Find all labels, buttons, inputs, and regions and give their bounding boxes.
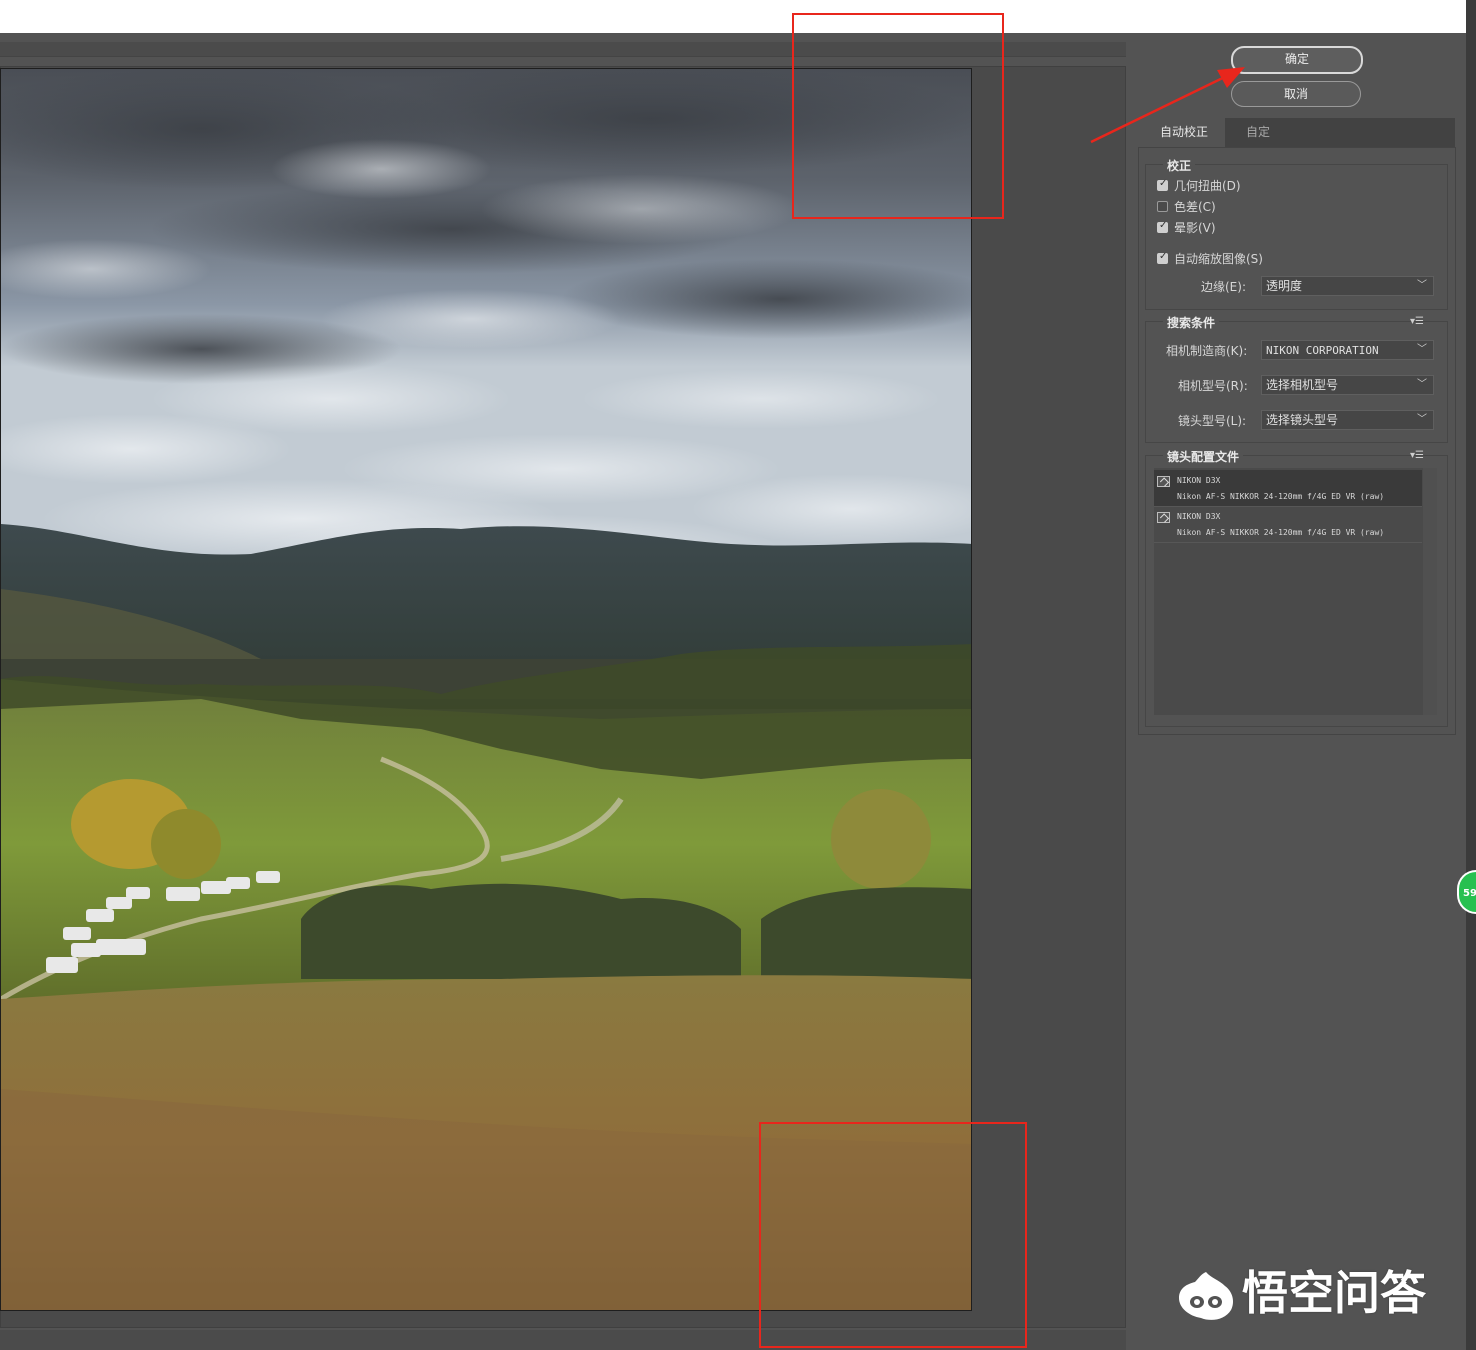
lens-model-select[interactable]: 选择镜头型号 ﹀ bbox=[1261, 410, 1434, 430]
lens-model-value: 选择镜头型号 bbox=[1266, 413, 1339, 427]
panel-menu-icon[interactable]: ▾☰ bbox=[1410, 316, 1424, 327]
camera-model-select[interactable]: 选择相机型号 ﹀ bbox=[1261, 375, 1434, 395]
vignette-label: 晕影(V) bbox=[1174, 221, 1216, 235]
auto-scale-label: 自动缩放图像(S) bbox=[1174, 252, 1263, 266]
window-right-edge bbox=[1466, 0, 1476, 1350]
edge-select-value: 透明度 bbox=[1266, 279, 1303, 293]
chevron-down-icon: ﹀ bbox=[1417, 414, 1427, 425]
edge-label: 边缘(E): bbox=[1201, 280, 1246, 294]
lens-profile-icon bbox=[1157, 476, 1170, 487]
panel-menu-icon[interactable]: ▾☰ bbox=[1410, 450, 1424, 461]
auto-scale-checkbox[interactable] bbox=[1157, 251, 1168, 264]
camera-maker-select[interactable]: NIKON CORPORATION ﹀ bbox=[1261, 340, 1434, 360]
chevron-down-icon: ﹀ bbox=[1417, 280, 1427, 291]
camera-maker-label: 相机制造商(K): bbox=[1166, 344, 1248, 358]
profile-camera: NIKON D3X bbox=[1177, 512, 1221, 521]
annotation-box-top bbox=[792, 13, 1004, 219]
lens-profile-list[interactable]: NIKON D3X Nikon AF-S NIKKOR 24-120mm f/4… bbox=[1154, 468, 1437, 715]
search-criteria-title: 搜索条件 bbox=[1163, 314, 1220, 331]
list-item[interactable]: NIKON D3X Nikon AF-S NIKKOR 24-120mm f/4… bbox=[1154, 470, 1422, 507]
profile-lens: Nikon AF-S NIKKOR 24-120mm f/4G ED VR (r… bbox=[1177, 528, 1385, 537]
vignette-checkbox[interactable] bbox=[1157, 220, 1168, 233]
list-item[interactable]: NIKON D3X Nikon AF-S NIKKOR 24-120mm f/4… bbox=[1154, 506, 1422, 543]
camera-model-value: 选择相机型号 bbox=[1266, 378, 1339, 392]
camera-maker-value: NIKON CORPORATION bbox=[1266, 344, 1379, 357]
watermark-text: 悟空问答 bbox=[1242, 1266, 1426, 1320]
profile-lens: Nikon AF-S NIKKOR 24-120mm f/4G ED VR (r… bbox=[1177, 492, 1385, 501]
chevron-down-icon: ﹀ bbox=[1417, 344, 1427, 355]
geometric-distortion-label: 几何扭曲(D) bbox=[1174, 179, 1241, 193]
annotation-arrow bbox=[1090, 67, 1245, 144]
annotation-box-bottom bbox=[759, 1122, 1027, 1348]
lens-profiles-title: 镜头配置文件 bbox=[1163, 448, 1244, 465]
edge-select[interactable]: 透明度 ﹀ bbox=[1261, 276, 1434, 296]
profile-camera: NIKON D3X bbox=[1177, 476, 1221, 485]
lens-model-label: 镜头型号(L): bbox=[1178, 414, 1247, 428]
chromatic-aberration-label: 色差(C) bbox=[1174, 200, 1216, 214]
geometric-distortion-checkbox[interactable] bbox=[1157, 178, 1168, 191]
wukong-logo-icon bbox=[1179, 1272, 1233, 1320]
window-title-bar bbox=[0, 0, 1466, 35]
chromatic-aberration-checkbox[interactable] bbox=[1157, 201, 1168, 212]
chevron-down-icon: ﹀ bbox=[1417, 379, 1427, 390]
correction-group-title: 校正 bbox=[1163, 157, 1196, 174]
lens-list-scrollbar[interactable] bbox=[1423, 468, 1437, 715]
lens-profile-icon bbox=[1157, 512, 1170, 523]
camera-model-label: 相机型号(R): bbox=[1178, 379, 1248, 393]
